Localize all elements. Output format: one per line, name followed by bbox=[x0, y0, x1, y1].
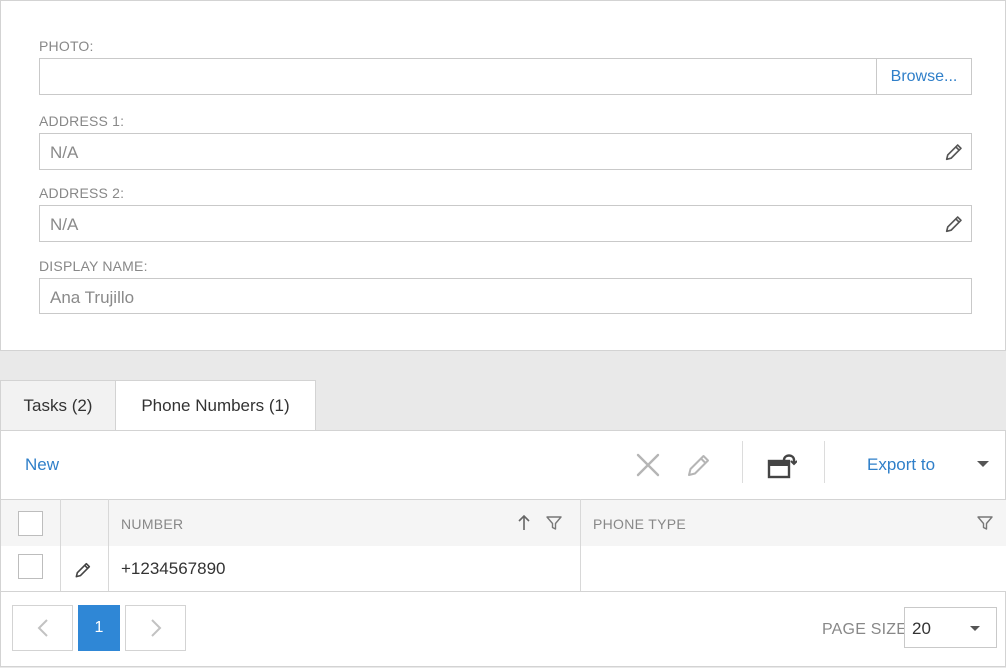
page-size-value: 20 bbox=[912, 619, 931, 638]
column-separator bbox=[60, 499, 61, 591]
photo-label: PHOTO: bbox=[39, 38, 94, 54]
address2-label: ADDRESS 2: bbox=[39, 185, 125, 201]
page-button-current[interactable]: 1 bbox=[78, 605, 120, 651]
photo-field[interactable]: Browse... bbox=[39, 58, 972, 95]
column-separator bbox=[108, 499, 109, 591]
pencil-icon[interactable] bbox=[943, 141, 965, 163]
filter-icon[interactable] bbox=[976, 514, 994, 532]
select-all-checkbox[interactable] bbox=[18, 511, 43, 536]
address1-field[interactable]: N/A bbox=[39, 133, 972, 170]
pencil-icon[interactable] bbox=[73, 560, 93, 580]
page-size-label: PAGE SIZE bbox=[822, 621, 908, 638]
cell-number: +1234567890 bbox=[121, 559, 226, 578]
filter-icon[interactable] bbox=[545, 514, 563, 532]
tab-phone-numbers[interactable]: Phone Numbers (1) bbox=[115, 380, 316, 431]
browse-button[interactable]: Browse... bbox=[876, 59, 971, 94]
toolbar-separator bbox=[824, 441, 825, 483]
address2-field[interactable]: N/A bbox=[39, 205, 972, 242]
pager: 1 PAGE SIZE 20 bbox=[1, 591, 1006, 668]
column-separator bbox=[580, 499, 581, 591]
detail-form-panel: PHOTO: Browse... ADDRESS 1: N/A ADDRESS … bbox=[0, 0, 1006, 351]
detail-tabs: Tasks (2) Phone Numbers (1) bbox=[0, 380, 1006, 431]
grid-header: NUMBER PHONE TYPE bbox=[1, 499, 1006, 546]
chevron-right-icon bbox=[150, 619, 161, 637]
table-row[interactable]: +1234567890 bbox=[1, 546, 1006, 591]
pencil-icon[interactable] bbox=[943, 213, 965, 235]
page-size-select[interactable]: 20 bbox=[904, 607, 997, 648]
delete-icon[interactable] bbox=[634, 451, 662, 479]
address1-label: ADDRESS 1: bbox=[39, 113, 125, 129]
display-name-value: Ana Trujillo bbox=[50, 288, 135, 307]
row-checkbox[interactable] bbox=[18, 554, 43, 579]
tab-tasks[interactable]: Tasks (2) bbox=[0, 380, 116, 430]
address2-value: N/A bbox=[50, 215, 79, 234]
column-header-number[interactable]: NUMBER bbox=[121, 516, 183, 532]
display-name-label: DISPLAY NAME: bbox=[39, 258, 148, 274]
toolbar-separator bbox=[742, 441, 743, 483]
sort-ascending-icon[interactable] bbox=[515, 514, 533, 532]
chevron-down-icon[interactable] bbox=[977, 461, 989, 467]
next-page-button[interactable] bbox=[125, 605, 186, 651]
chevron-down-icon bbox=[970, 626, 980, 631]
column-header-phone-type[interactable]: PHONE TYPE bbox=[593, 516, 686, 532]
new-button[interactable]: New bbox=[25, 455, 59, 475]
previous-page-button[interactable] bbox=[12, 605, 73, 651]
display-name-field[interactable]: Ana Trujillo bbox=[39, 278, 972, 314]
chevron-left-icon bbox=[37, 619, 48, 637]
grid-toolbar: New Export to bbox=[1, 431, 1006, 499]
address1-value: N/A bbox=[50, 143, 79, 162]
phone-numbers-grid: New Export to NUMBER PHONE TYPE +1234567… bbox=[0, 430, 1006, 667]
export-button[interactable]: Export to bbox=[867, 455, 935, 475]
edit-icon[interactable] bbox=[685, 451, 713, 479]
unlink-icon[interactable] bbox=[767, 450, 797, 480]
